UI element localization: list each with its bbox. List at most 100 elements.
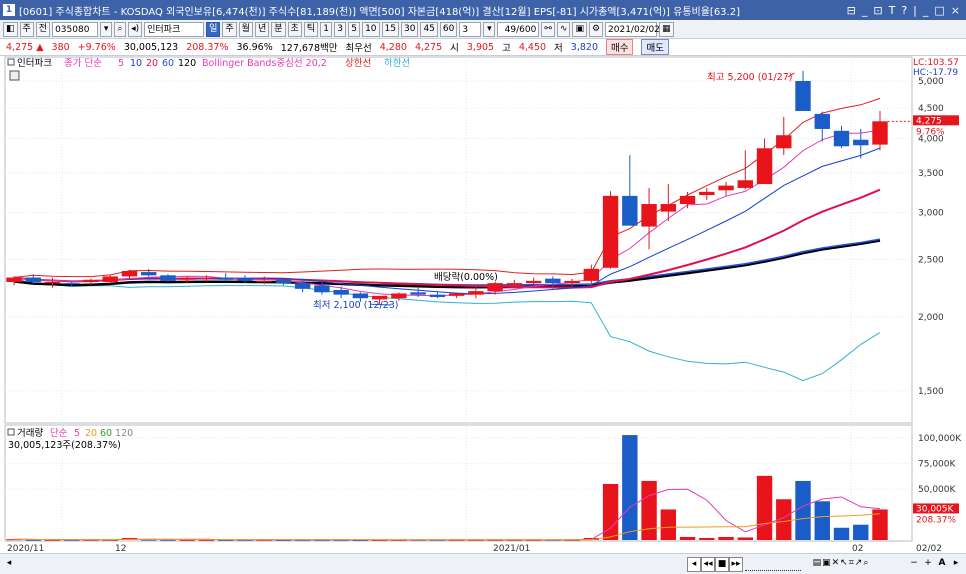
candle-body [853,139,869,146]
stock-code-input[interactable]: 035080 [52,21,99,37]
candle-body [814,113,830,129]
interval-15[interactable]: 15 [381,21,399,37]
volume-tick-75000k: 75,000K [918,460,956,470]
volume-bar-01-22 [737,537,753,540]
candle-body [64,283,80,285]
candle-01-13 [602,191,619,269]
current-volume-pct-tag: 208.37% [916,515,956,525]
volume-bar-01-25 [756,475,773,540]
period-tick[interactable]: 틱 [303,21,319,37]
save-icon[interactable]: ▣ [572,21,587,37]
auto-scale-icon[interactable]: A [936,557,948,570]
candle-body [429,294,446,298]
legend-ma60: 60 [162,58,174,69]
volume-legend-ma5: 5 [74,428,80,439]
price-tick-5000: 5,000 [918,77,944,87]
candle-body [294,283,311,289]
candle-body [179,277,195,280]
date-input[interactable]: 2021/02/02 [605,21,660,37]
interval-60[interactable]: 60 [439,21,458,37]
settings-icon[interactable]: ⚙ [588,21,604,37]
buy-button[interactable]: 매수 [606,39,634,55]
interval-5[interactable]: 5 [348,21,361,37]
window-min-chart-icon[interactable]: _ [862,4,868,17]
forward-icon[interactable]: ▸▸ [729,557,743,572]
period-day[interactable]: 일 [206,21,221,37]
candle-body [121,270,138,277]
indicator-icon[interactable]: ⚯ [541,21,555,37]
scroll-right-icon[interactable]: ▸ [950,557,962,570]
maximize-icon[interactable]: □ [934,4,944,17]
calendar-icon[interactable]: ▦ [659,21,674,37]
interval-30[interactable]: 30 [400,21,419,37]
candle-body [525,280,542,284]
low-price: 3,820 [570,41,598,53]
draw-icon[interactable]: ∿ [556,21,571,37]
interval-10[interactable]: 10 [362,21,380,37]
help-icon[interactable]: ? [901,4,907,17]
zoom-out-icon[interactable]: − [908,557,920,570]
scroll-left-icon[interactable]: ◂ [3,557,15,570]
font-size-icon[interactable]: T [889,4,896,17]
close-icon[interactable]: × [951,4,960,17]
volume-legend-ma60: 60 [100,428,112,439]
period-month[interactable]: 월 [238,21,253,37]
interval-45[interactable]: 45 [420,21,438,37]
candle-body [545,278,561,284]
current-volume-tag: 30,005K [916,504,954,514]
period-week[interactable]: 주 [222,21,237,37]
legend-stock-name: 인터파크 [17,58,52,69]
open-label: 시 [450,43,459,54]
period-minute[interactable]: 분 [271,21,286,37]
current-price: 4,275 ▲ [6,41,44,53]
open-price: 3,905 [466,41,495,53]
play-back-icon[interactable]: ◂ [687,557,701,572]
candle-body [102,276,118,282]
price-tick-3000: 3,000 [918,208,944,218]
stop-icon[interactable]: ■ [715,557,729,572]
mode-select[interactable]: 주 [19,21,34,37]
chart-scrollbar[interactable]: ◂ ◂ ◂◂ ■ ▸▸ ▤▣✕↖⌗↗⌕ − + A ▸ [0,553,966,574]
zoom-slider[interactable] [745,557,801,571]
sell-button[interactable]: 매도 [641,39,669,55]
interval-3[interactable]: 3 [334,21,347,37]
volume-bar-01-20 [699,537,715,540]
period-second[interactable]: 초 [287,21,302,37]
stock-chart[interactable]: 인터파크 종가 단순 5 10 20 60 120 Bollinger Band… [0,56,966,553]
quote-bar: 4,275 ▲ 380 +9.76% 30,005,123 208.37% 36… [0,39,966,56]
legend-ma10: 10 [130,58,142,69]
candle-body [468,291,484,295]
dividend-annotation: 배당락(0.00%) [434,271,498,283]
trade-amount: 127,678백만 [280,43,338,54]
code-dropdown-icon[interactable]: ▾ [100,21,113,37]
window-restore-chart-icon[interactable]: ⊡ [873,4,882,17]
candle-12-08 [160,274,176,282]
interval-input[interactable]: 3 [459,21,482,37]
interval-1[interactable]: 1 [320,21,333,37]
priority-label: 최우선 [345,43,372,54]
volume-bar-01-27 [795,480,811,540]
minimize-icon[interactable]: _ [923,4,929,17]
pane-menu-icon[interactable] [9,70,20,81]
price-change: 380 [51,41,70,53]
window-mode-icon[interactable]: ⊟ [847,4,856,17]
layout-icon[interactable]: ◧ [3,21,18,37]
search-icon[interactable]: ⌕ [114,21,127,37]
interval-dropdown-icon[interactable]: ▾ [483,21,496,37]
prev-button[interactable]: 전 [35,21,51,37]
volume-bar-01-29 [833,527,850,540]
volume-legend-value: 30,005,123주(208.37%) [8,440,121,451]
period-year[interactable]: 년 [254,21,270,37]
candle-body [641,204,657,227]
turnover-value: 36.96% [236,41,273,53]
volume-legend-ma-label: 단순 [50,428,68,439]
candle-body [872,121,888,145]
stock-name-field[interactable]: 인터파크 [144,21,205,37]
legend-bollinger: Bollinger Bands중심선 20,2 [202,58,327,69]
zoom-in-icon[interactable]: + [922,557,934,570]
chart-tool-icons[interactable]: ▤▣✕↖⌗↗⌕ [806,557,876,570]
page-count-field[interactable]: 49/600 [497,21,540,37]
speaker-icon[interactable]: ◂) [128,21,143,37]
window-controls: ⊟ _ ⊡ T ? | _ □ × [847,4,960,17]
rewind-icon[interactable]: ◂◂ [701,557,715,572]
